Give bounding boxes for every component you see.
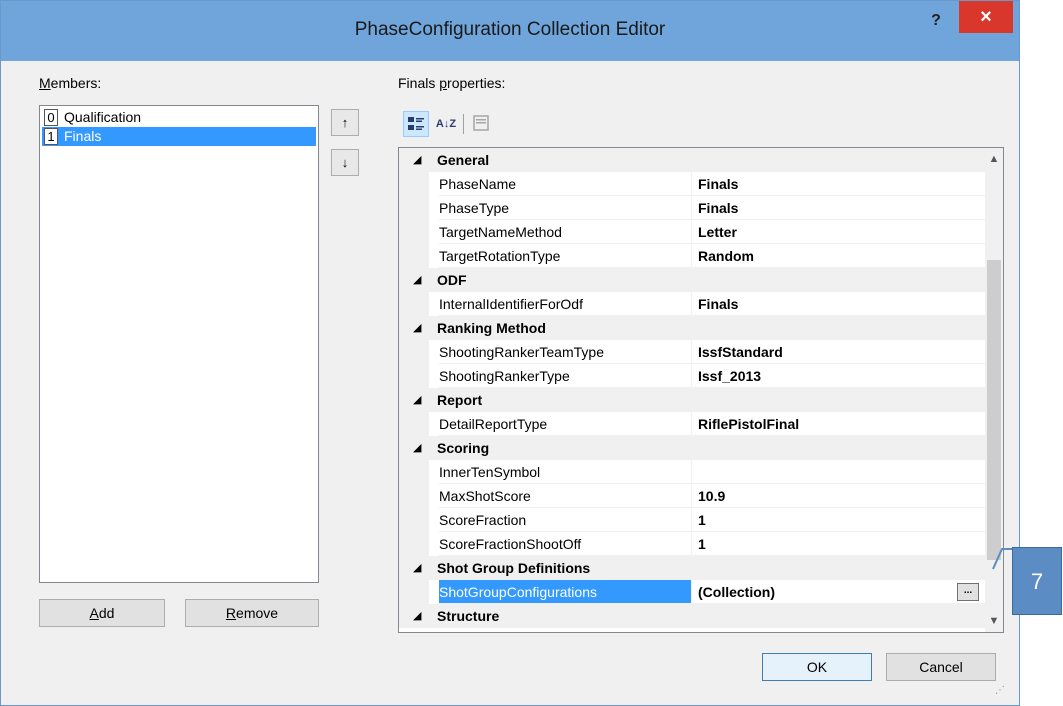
callout-leader-line — [992, 548, 1012, 570]
callout-badge: 7 — [1012, 547, 1062, 615]
